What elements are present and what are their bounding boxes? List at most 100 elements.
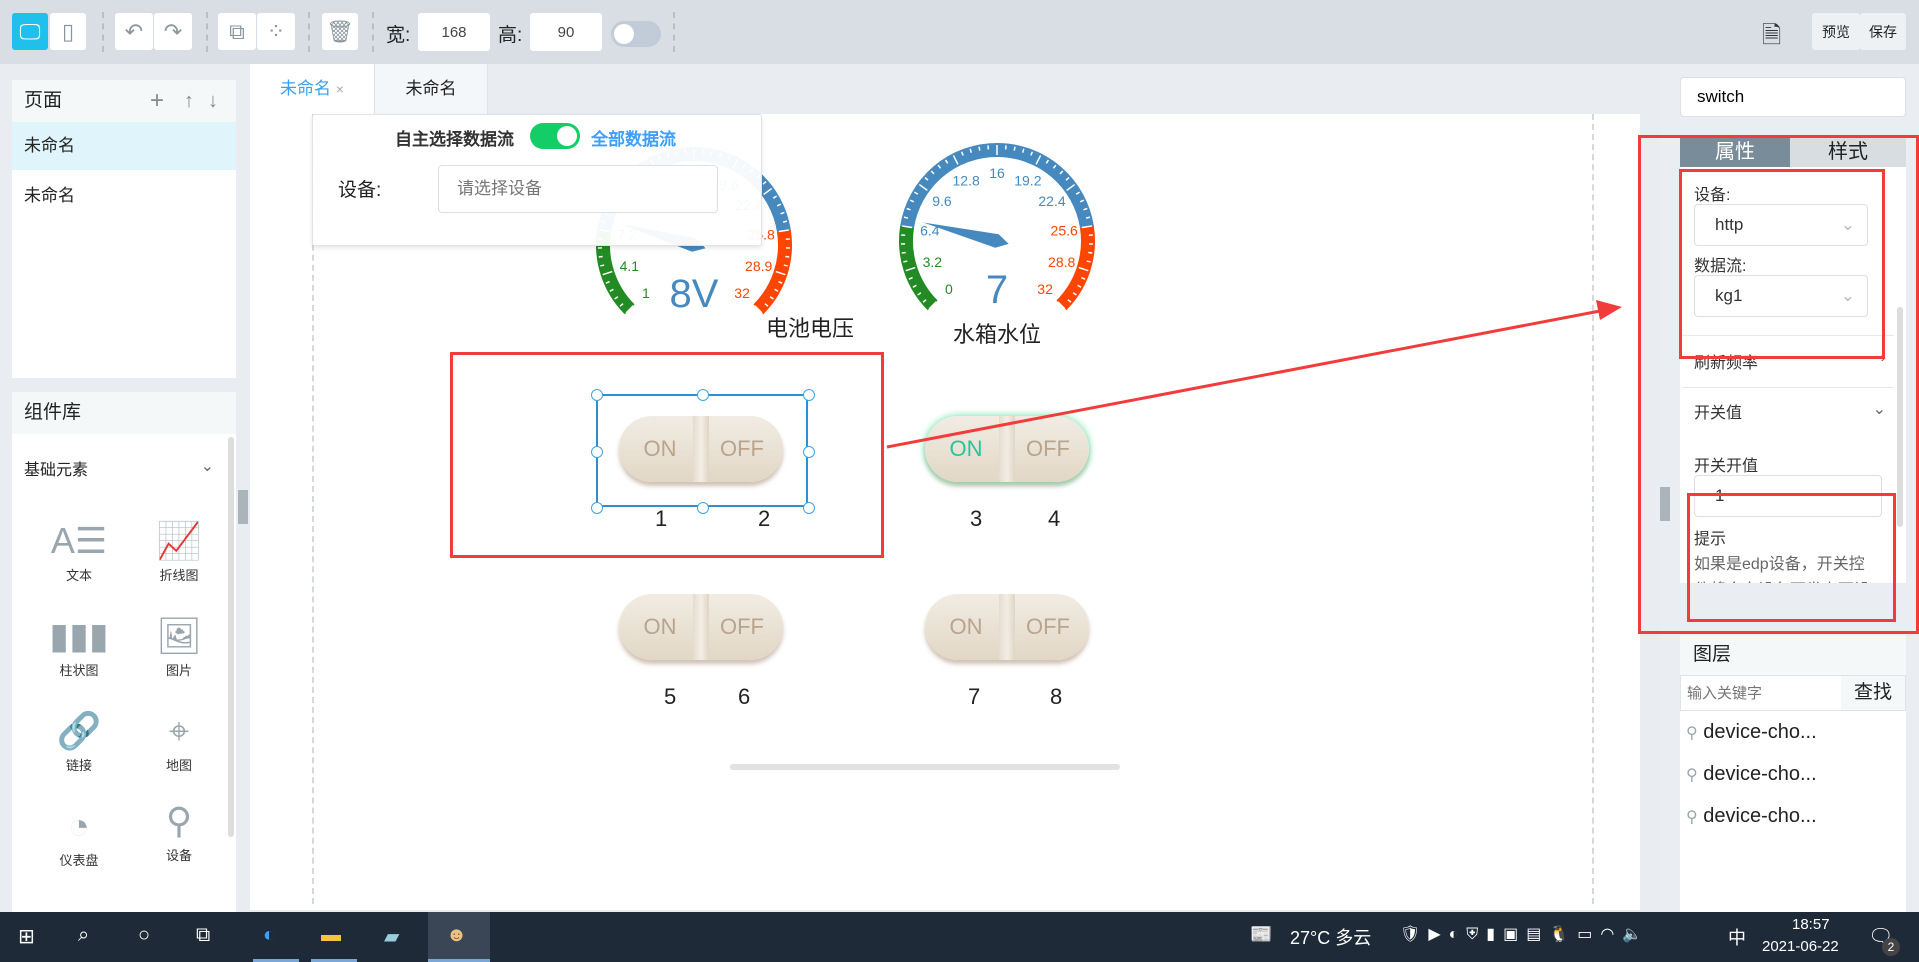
- layer-item[interactable]: ⚲ device-cho...: [1680, 711, 1906, 753]
- component-search-input[interactable]: [1680, 77, 1906, 117]
- device-icon: ⚲: [1686, 767, 1698, 784]
- task-view-icon[interactable]: ⧉: [196, 924, 210, 947]
- browser-app-icon[interactable]: ◐: [253, 912, 299, 962]
- group-icon[interactable]: ⧉: [218, 13, 256, 50]
- layer-search-button[interactable]: 查找: [1841, 676, 1905, 710]
- component-map[interactable]: ⌖ 地图: [134, 707, 224, 774]
- all-streams-label[interactable]: 全部数据流: [591, 125, 676, 150]
- category-label: 基础元素: [24, 462, 89, 479]
- page-item[interactable]: 未命名: [12, 122, 236, 170]
- cortana-icon[interactable]: ○: [138, 924, 150, 947]
- ungroup-icon[interactable]: ⁘: [257, 13, 295, 50]
- clock-date[interactable]: 2021-06-22: [1762, 938, 1839, 955]
- width-input[interactable]: [418, 13, 490, 51]
- device-choose-popup: 自主选择数据流 全部数据流 设备:: [312, 114, 762, 246]
- layer-search-input[interactable]: [1681, 676, 1841, 710]
- search-icon[interactable]: ⌕: [78, 924, 89, 947]
- device-icon: ⚲: [165, 800, 193, 841]
- component-device[interactable]: ⚲ 设备: [134, 797, 224, 864]
- ime-indicator[interactable]: 中: [1728, 924, 1746, 950]
- resize-handle[interactable]: [803, 502, 815, 514]
- annotation-box: [1687, 493, 1896, 622]
- weather[interactable]: 27°C 多云: [1290, 924, 1371, 950]
- gauge-tick: [903, 216, 909, 219]
- component-text[interactable]: A☰ 文本: [34, 517, 124, 584]
- gauge: 03.26.49.612.8 16 19.222.425.628.8327: [899, 143, 1095, 312]
- taskbar: ⊞ ⌕ ○ ⧉ ◐ ▬ ▰ ☻ 📰 27°C 多云 🛡▶◐⛨▮▣▤🐧▭◠🔈 中 …: [0, 912, 1919, 962]
- switch-number-label: 5: [664, 684, 677, 709]
- resize-handle[interactable]: [591, 389, 603, 401]
- add-icon[interactable]: +: [150, 80, 164, 122]
- component-library: 组件库 基础元素 ⌄ A☰ 文本 📈 折线图 ▮▮▮ 柱状图 🖼 图片 🔗 链接 ⌖ 地图 ◔…: [12, 392, 236, 912]
- mobile-icon[interactable]: ▯: [50, 13, 86, 50]
- category-basic[interactable]: 基础元素 ⌄: [12, 434, 236, 502]
- toggle-switch[interactable]: ON OFF: [619, 594, 783, 660]
- file-explorer-icon[interactable]: ▬: [311, 912, 357, 962]
- gauge-value: 8V: [670, 272, 719, 316]
- news-icon[interactable]: 📰: [1250, 924, 1272, 945]
- gauge-tick-label: 28.9: [745, 258, 772, 274]
- gauge-tick-label: 25.6: [1051, 222, 1078, 238]
- component-line-chart[interactable]: 📈 折线图: [134, 517, 224, 584]
- active-app-icon[interactable]: ☻: [428, 912, 490, 962]
- gauge-title: 电池电压: [765, 316, 855, 341]
- height-input[interactable]: [530, 13, 602, 51]
- resize-handle[interactable]: [591, 502, 603, 514]
- close-icon[interactable]: ×: [336, 81, 344, 97]
- toggle-switch[interactable]: ON OFF: [925, 416, 1089, 482]
- toggle-switch[interactable]: ON OFF: [925, 594, 1089, 660]
- scrollbar[interactable]: [228, 437, 234, 837]
- map-pin-icon: ⌖: [168, 710, 190, 751]
- collapse-left-handle[interactable]: [238, 490, 248, 524]
- gauge-tick: [598, 255, 603, 258]
- height-label: 高:: [498, 25, 523, 46]
- toggle-switch[interactable]: [611, 21, 661, 47]
- tab-untitled-2[interactable]: 未命名: [375, 64, 488, 114]
- gauge-tick: [783, 264, 788, 267]
- resize-handle[interactable]: [803, 389, 815, 401]
- gauge-tick: [1088, 251, 1093, 254]
- layer-item[interactable]: ⚲ device-cho...: [1680, 753, 1906, 795]
- image-icon: 🖼: [156, 615, 202, 656]
- windows-start-icon[interactable]: ⊞: [18, 924, 35, 949]
- layer-item[interactable]: ⚲ device-cho...: [1680, 795, 1906, 837]
- page-item[interactable]: 未命名: [12, 170, 236, 222]
- gauge-tick-label: 16: [989, 165, 1005, 181]
- on-label: ON: [949, 614, 983, 639]
- switch-number-label: 8: [1050, 684, 1063, 709]
- width-label: 宽:: [386, 25, 411, 46]
- component-bar-chart[interactable]: ▮▮▮ 柱状图: [34, 612, 124, 679]
- resize-handle[interactable]: [591, 446, 603, 458]
- notepad-app-icon[interactable]: ▰: [372, 912, 418, 962]
- resize-handle[interactable]: [697, 389, 709, 401]
- desktop-icon[interactable]: 🖵: [12, 13, 48, 50]
- annotation-box: [1679, 169, 1885, 359]
- gauge-tick: [782, 220, 788, 223]
- redo-icon[interactable]: ↷: [154, 13, 192, 50]
- stream-toggle[interactable]: [530, 123, 580, 149]
- gauge-tick: [1013, 146, 1016, 151]
- save-button[interactable]: 保存: [1860, 13, 1906, 50]
- undo-icon[interactable]: ↶: [115, 13, 153, 50]
- tab-untitled-1[interactable]: 未命名 ×: [250, 64, 375, 114]
- gauge-tick: [785, 255, 790, 258]
- resize-handle[interactable]: [803, 446, 815, 458]
- device-select[interactable]: [438, 165, 718, 213]
- component-link[interactable]: 🔗 链接: [34, 707, 124, 774]
- document-icon[interactable]: 🗎: [1762, 18, 1781, 59]
- trash-icon[interactable]: 🗑: [322, 13, 358, 50]
- bar-chart-icon: ▮▮▮: [49, 615, 109, 656]
- component-gauge[interactable]: ◔ 仪表盘: [34, 802, 124, 869]
- resize-handle[interactable]: [697, 502, 709, 514]
- gauge-tick-label: 32: [1037, 281, 1053, 297]
- gauge-tick-label: 12.8: [953, 172, 980, 188]
- selection-box[interactable]: [596, 394, 808, 507]
- horizontal-scrollbar[interactable]: [730, 764, 1120, 770]
- clock-time[interactable]: 18:57: [1792, 916, 1830, 933]
- tray-icons[interactable]: 🛡▶◐⛨▮▣▤🐧▭◠🔈: [1400, 924, 1650, 944]
- arrow-down-icon[interactable]: ↓: [208, 80, 218, 122]
- preview-button[interactable]: 预览: [1812, 13, 1860, 50]
- arrow-up-icon[interactable]: ↑: [184, 80, 194, 122]
- component-image[interactable]: 🖼 图片: [134, 612, 224, 679]
- switch-number-label: 3: [970, 506, 983, 531]
